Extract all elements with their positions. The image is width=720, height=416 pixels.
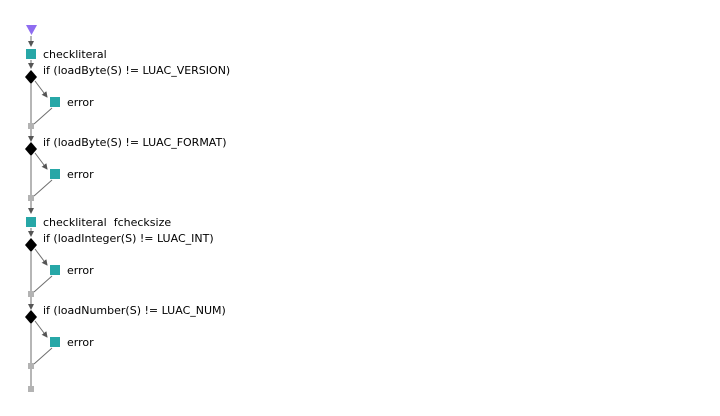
flowchart: checkliteral if (loadByte(S) != LUAC_VER… [25,25,230,392]
error-node [50,169,60,179]
condition-label: if (loadByte(S) != LUAC_VERSION) [43,64,230,77]
error-node [50,97,60,107]
merge-node [28,363,34,369]
branch-connector [34,152,48,170]
error-label: error [67,264,94,277]
error-label: error [67,96,94,109]
error-label: error [67,168,94,181]
condition-label: if (loadByte(S) != LUAC_FORMAT) [43,136,227,149]
merge-connector [33,179,53,197]
merge-node [28,123,34,129]
condition-label: if (loadNumber(S) != LUAC_NUM) [43,304,226,317]
merge-connector [33,347,53,365]
merge-connector [33,275,53,293]
action-node-checkliteral-fchecksize [26,217,36,227]
action-node-checkliteral [26,49,36,59]
merge-node [28,291,34,297]
error-label: error [67,336,94,349]
branch-connector [34,248,48,266]
branch-connector [34,80,48,98]
error-node [50,337,60,347]
merge-node [28,195,34,201]
start-icon [26,25,37,35]
step-label: checkliteral [43,48,107,61]
step-label: checkliteral fchecksize [43,216,171,229]
branch-connector [34,320,48,338]
error-node [50,265,60,275]
condition-label: if (loadInteger(S) != LUAC_INT) [43,232,214,245]
end-square-icon [28,386,34,392]
merge-connector [33,107,53,125]
